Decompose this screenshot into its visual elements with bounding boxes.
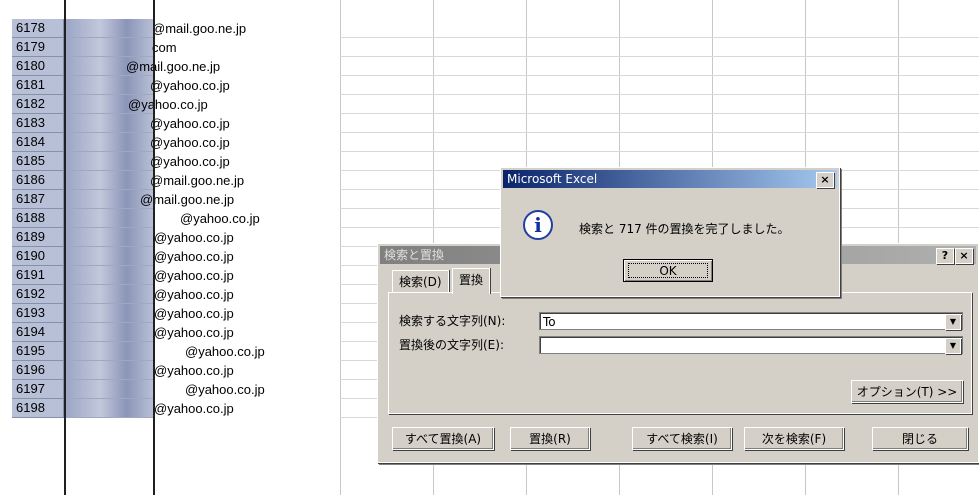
- email-cell[interactable]: @mail.goo.ne.jp: [152, 19, 246, 38]
- find-next-button[interactable]: 次を検索(F): [744, 427, 844, 450]
- email-cell[interactable]: @yahoo.co.jp: [154, 323, 234, 342]
- dialog-title: 検索と置換: [384, 248, 445, 262]
- grid-line: [340, 132, 979, 133]
- message-box-titlebar: Microsoft Excel ×: [503, 170, 837, 188]
- grid-line: [340, 75, 979, 76]
- row-header[interactable]: 6185: [12, 152, 64, 171]
- tab-find[interactable]: 検索(D): [392, 270, 449, 293]
- close-button[interactable]: ×: [955, 248, 973, 264]
- close-button[interactable]: ×: [816, 172, 834, 188]
- replace-tab-panel: 検索する文字列(N): To ▼ 置換後の文字列(E): ▼ オプション(T) …: [388, 292, 972, 414]
- message-text: 検索と 717 件の置換を完了しました。: [579, 222, 790, 236]
- row-header[interactable]: 6190: [12, 247, 64, 266]
- info-icon: i: [523, 210, 553, 240]
- email-cell[interactable]: @yahoo.co.jp: [185, 380, 265, 399]
- find-label: 検索する文字列(N):: [399, 314, 506, 328]
- row-header[interactable]: 6191: [12, 266, 64, 285]
- email-cell[interactable]: @yahoo.co.jp: [154, 285, 234, 304]
- grid-line: [340, 56, 979, 57]
- ok-button[interactable]: OK: [623, 259, 713, 282]
- find-input[interactable]: To ▼: [539, 312, 963, 330]
- find-input-value: To: [543, 315, 556, 329]
- help-button[interactable]: ?: [936, 248, 954, 264]
- find-all-button[interactable]: すべて検索(I): [632, 427, 732, 450]
- email-cell[interactable]: @yahoo.co.jp: [154, 247, 234, 266]
- grid-line: [340, 113, 979, 114]
- email-cell[interactable]: @yahoo.co.jp: [150, 133, 230, 152]
- email-cell[interactable]: @yahoo.co.jp: [154, 399, 234, 418]
- email-cell[interactable]: @yahoo.co.jp: [154, 228, 234, 247]
- grid-line: [340, 37, 979, 38]
- row-header[interactable]: 6178: [12, 19, 64, 38]
- email-cell[interactable]: com: [152, 38, 177, 57]
- row-header[interactable]: 6196: [12, 361, 64, 380]
- email-cell[interactable]: @mail.goo.ne.jp: [150, 171, 244, 190]
- row-header[interactable]: 6192: [12, 285, 64, 304]
- chevron-down-icon[interactable]: ▼: [945, 314, 961, 330]
- email-cell[interactable]: @yahoo.co.jp: [154, 304, 234, 323]
- row-header[interactable]: 6194: [12, 323, 64, 342]
- replace-all-button[interactable]: すべて置換(A): [392, 427, 494, 450]
- row-header[interactable]: 6198: [12, 399, 64, 418]
- message-box: Microsoft Excel × i 検索と 717 件の置換を完了しました。…: [500, 167, 840, 297]
- selection-border: [64, 0, 155, 495]
- email-cell[interactable]: @yahoo.co.jp: [150, 114, 230, 133]
- chevron-down-icon[interactable]: ▼: [945, 338, 961, 354]
- email-cell[interactable]: @yahoo.co.jp: [154, 266, 234, 285]
- close-dialog-button[interactable]: 閉じる: [872, 427, 968, 450]
- row-header[interactable]: 6183: [12, 114, 64, 133]
- email-cell[interactable]: @yahoo.co.jp: [150, 152, 230, 171]
- email-cell[interactable]: @yahoo.co.jp: [180, 209, 260, 228]
- row-header[interactable]: 6188: [12, 209, 64, 228]
- row-header[interactable]: 6195: [12, 342, 64, 361]
- row-header[interactable]: 6193: [12, 304, 64, 323]
- row-header[interactable]: 6179: [12, 38, 64, 57]
- replace-button[interactable]: 置換(R): [510, 427, 590, 450]
- options-button[interactable]: オプション(T) >>: [851, 380, 963, 403]
- row-header[interactable]: 6187: [12, 190, 64, 209]
- tab-replace[interactable]: 置換: [452, 268, 491, 294]
- focus-rect: [628, 263, 708, 278]
- grid-line: [340, 94, 979, 95]
- row-header[interactable]: 6197: [12, 380, 64, 399]
- message-box-title: Microsoft Excel: [507, 172, 598, 186]
- row-header[interactable]: 6182: [12, 95, 64, 114]
- row-header[interactable]: 6184: [12, 133, 64, 152]
- replace-label: 置換後の文字列(E):: [399, 338, 504, 352]
- row-header[interactable]: 6181: [12, 76, 64, 95]
- row-header[interactable]: 6189: [12, 228, 64, 247]
- row-header[interactable]: 6186: [12, 171, 64, 190]
- grid-line: [340, 151, 979, 152]
- email-cell[interactable]: @yahoo.co.jp: [154, 361, 234, 380]
- email-cell[interactable]: @yahoo.co.jp: [150, 76, 230, 95]
- row-header[interactable]: 6180: [12, 57, 64, 76]
- email-cell[interactable]: @yahoo.co.jp: [185, 342, 265, 361]
- replace-input[interactable]: ▼: [539, 336, 963, 354]
